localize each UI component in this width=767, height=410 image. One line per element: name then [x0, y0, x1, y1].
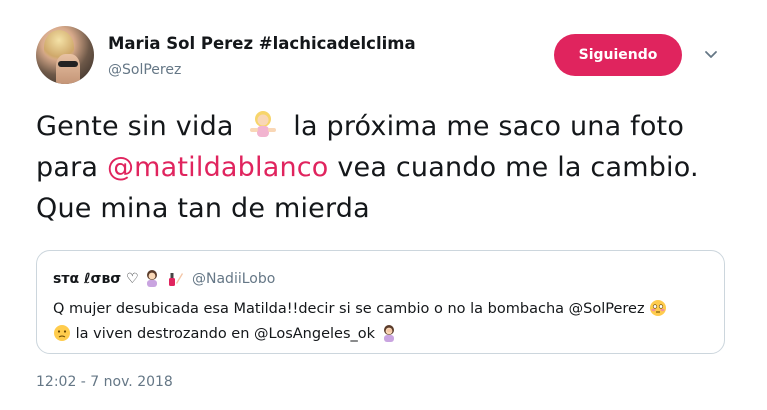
avatar-body	[56, 54, 80, 84]
quoted-author-name: ѕтα ℓσвσ ♡	[53, 271, 139, 287]
woman-facepalming-emoji	[383, 325, 394, 342]
woman-shrugging-emoji	[250, 111, 277, 137]
tweet-timestamp[interactable]: 12:02 - 7 nov. 2018	[36, 374, 173, 390]
quoted-text-line2: la viven destrozando en @LosAngeles_ok	[53, 324, 398, 342]
quoted-author-handle: @NadiiLobo	[192, 271, 276, 287]
following-button[interactable]: Siguiendo	[554, 34, 682, 76]
woman-tipping-hand-emoji	[147, 270, 158, 287]
quoted-text-2: la viven destrozando en @LosAngeles_ok	[75, 326, 376, 342]
chevron-down-icon[interactable]	[704, 48, 718, 62]
quoted-text-line1: Q mujer desubicada esa Matilda!!decir si…	[53, 299, 667, 317]
tweet-text: Gente sin vida la próxima me saco una fo…	[36, 106, 746, 229]
mention-link[interactable]: @matildablanco	[107, 152, 329, 183]
avatar[interactable]	[36, 26, 94, 84]
avatar-detail	[58, 61, 78, 67]
author-handle[interactable]: @SolPerez	[108, 62, 181, 78]
tweet-text-part1: Gente sin vida	[36, 111, 234, 142]
quoted-text-1: Q mujer desubicada esa Matilda!!decir si…	[53, 301, 645, 317]
flushed-face-emoji	[650, 300, 667, 316]
confused-face-emoji	[54, 325, 70, 341]
author-display-name[interactable]: Maria Sol Perez #lachicadelclima	[108, 34, 416, 53]
nail-polish-emoji	[168, 273, 183, 286]
quoted-tweet[interactable]: ѕтα ℓσвσ ♡ @NadiiLobo Q mujer desubicada…	[36, 250, 725, 354]
quoted-tweet-header: ѕтα ℓσвσ ♡ @NadiiLobo	[53, 269, 275, 287]
